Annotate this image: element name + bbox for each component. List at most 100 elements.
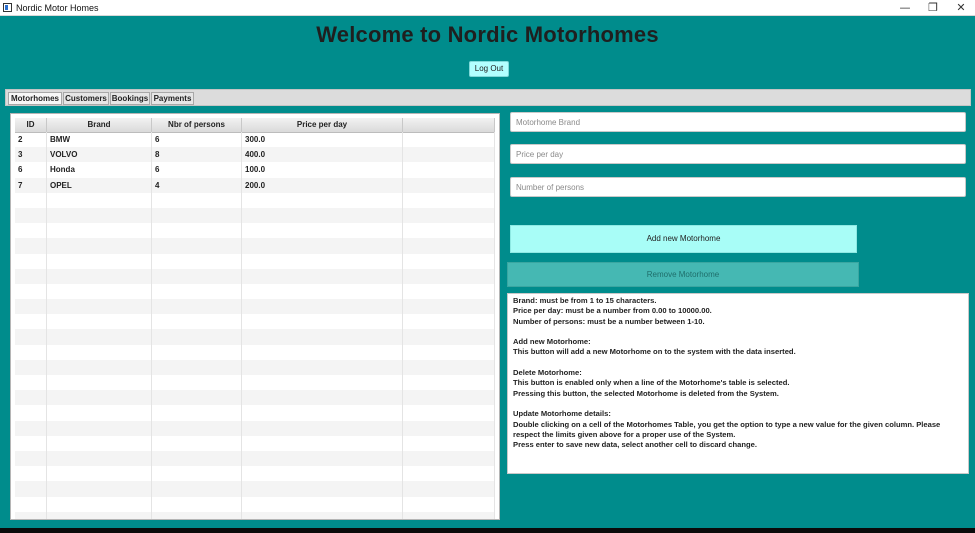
help-text-line: respect the limits given above for a pro… [513, 429, 736, 439]
tab-bookings[interactable]: Bookings [110, 92, 150, 105]
cell-price [242, 466, 403, 482]
cell-brand [47, 359, 152, 375]
cell-brand [47, 299, 152, 315]
empty-table-row[interactable] [15, 405, 495, 421]
table-row[interactable]: 7 OPEL 4 200.0 [15, 177, 495, 193]
cell-filler[interactable] [403, 132, 495, 148]
table-row[interactable]: 3 VOLVO 8 400.0 [15, 147, 495, 163]
cell-price [242, 207, 403, 224]
tab-motorhomes[interactable]: Motorhomes [8, 92, 62, 105]
cell-price [242, 223, 403, 239]
empty-table-row[interactable] [15, 359, 495, 375]
empty-table-row[interactable] [15, 207, 495, 224]
window-titlebar[interactable]: Nordic Motor Homes — ❐ ✕ [0, 0, 975, 16]
empty-table-row[interactable] [15, 192, 495, 208]
logout-button[interactable]: Log Out [469, 61, 509, 77]
cell-persons [152, 268, 242, 284]
help-text-line: Add new Motorhome: [513, 337, 591, 347]
cell-brand [47, 268, 152, 284]
help-text-line [513, 327, 963, 337]
motorhomes-table[interactable]: ID Brand Nbr of persons Price per day 2B… [10, 113, 500, 520]
close-button[interactable]: ✕ [947, 0, 975, 15]
cell-filler [403, 435, 495, 451]
table-row[interactable]: 2 BMW 6 300.0 [15, 132, 495, 148]
cell-id [15, 390, 47, 406]
empty-table-row[interactable] [15, 435, 495, 451]
cell-price[interactable]: 200.0 [242, 177, 403, 193]
empty-table-row[interactable] [15, 268, 495, 284]
cell-persons[interactable]: 6 [152, 132, 242, 148]
tab-payments[interactable]: Payments [151, 92, 194, 105]
cell-price[interactable]: 400.0 [242, 147, 403, 163]
cell-id [15, 481, 47, 497]
cell-id[interactable]: 2 [15, 132, 47, 148]
cell-filler [403, 511, 495, 519]
column-header-filler [403, 118, 495, 132]
cell-brand[interactable]: Honda [47, 162, 152, 178]
column-header-price[interactable]: Price per day [242, 118, 403, 132]
add-motorhome-button[interactable]: Add new Motorhome [510, 225, 857, 253]
cell-persons [152, 329, 242, 345]
cell-filler[interactable] [403, 162, 495, 178]
cell-persons[interactable]: 8 [152, 147, 242, 163]
cell-persons [152, 481, 242, 497]
cell-brand [47, 238, 152, 254]
column-header-brand[interactable]: Brand [47, 118, 152, 132]
cell-id[interactable]: 7 [15, 177, 47, 193]
empty-table-row[interactable] [15, 390, 495, 406]
help-text-line: Number of persons: must be a number betw… [513, 316, 705, 326]
cell-brand[interactable]: BMW [47, 132, 152, 148]
cell-persons [152, 299, 242, 315]
cell-persons [152, 344, 242, 360]
cell-persons [152, 207, 242, 224]
cell-price[interactable]: 300.0 [242, 132, 403, 148]
cell-price[interactable]: 100.0 [242, 162, 403, 178]
column-header-persons[interactable]: Nbr of persons [152, 118, 242, 132]
cell-brand [47, 405, 152, 421]
empty-table-row[interactable] [15, 253, 495, 269]
empty-table-row[interactable] [15, 420, 495, 436]
empty-table-row[interactable] [15, 238, 495, 254]
empty-table-row[interactable] [15, 314, 495, 330]
empty-table-row[interactable] [15, 299, 495, 315]
empty-table-row[interactable] [15, 223, 495, 239]
cell-persons[interactable]: 4 [152, 177, 242, 193]
cell-filler[interactable] [403, 177, 495, 193]
price-input[interactable] [510, 144, 966, 164]
cell-brand [47, 223, 152, 239]
persons-input[interactable] [510, 177, 966, 197]
empty-table-row[interactable] [15, 511, 495, 519]
cell-persons [152, 450, 242, 467]
cell-brand[interactable]: OPEL [47, 177, 152, 193]
table-body: 2 BMW 6 300.0 3 VOLVO 8 400.0 6 Honda 6 100.0 7 OPEL 4… [15, 132, 495, 519]
cell-brand [47, 420, 152, 436]
cell-filler[interactable] [403, 147, 495, 163]
empty-table-row[interactable] [15, 450, 495, 467]
cell-persons [152, 466, 242, 482]
empty-table-row[interactable] [15, 283, 495, 300]
minimize-button[interactable]: — [891, 0, 919, 15]
empty-table-row[interactable] [15, 375, 495, 391]
empty-table-row[interactable] [15, 481, 495, 497]
empty-table-row[interactable] [15, 329, 495, 345]
cell-brand [47, 329, 152, 345]
empty-table-row[interactable] [15, 466, 495, 482]
cell-brand [47, 207, 152, 224]
column-header-id[interactable]: ID [15, 118, 47, 132]
maximize-button[interactable]: ❐ [919, 0, 947, 15]
cell-id [15, 405, 47, 421]
cell-persons[interactable]: 6 [152, 162, 242, 178]
cell-id[interactable]: 3 [15, 147, 47, 163]
cell-filler [403, 496, 495, 512]
brand-input[interactable] [510, 112, 966, 132]
tab-customers[interactable]: Customers [63, 92, 109, 105]
table-row[interactable]: 6 Honda 6 100.0 [15, 162, 495, 178]
cell-id[interactable]: 6 [15, 162, 47, 178]
cell-filler [403, 359, 495, 375]
cell-brand [47, 314, 152, 330]
empty-table-row[interactable] [15, 344, 495, 360]
cell-price [242, 405, 403, 421]
cell-price [242, 390, 403, 406]
empty-table-row[interactable] [15, 496, 495, 512]
cell-brand[interactable]: VOLVO [47, 147, 152, 163]
